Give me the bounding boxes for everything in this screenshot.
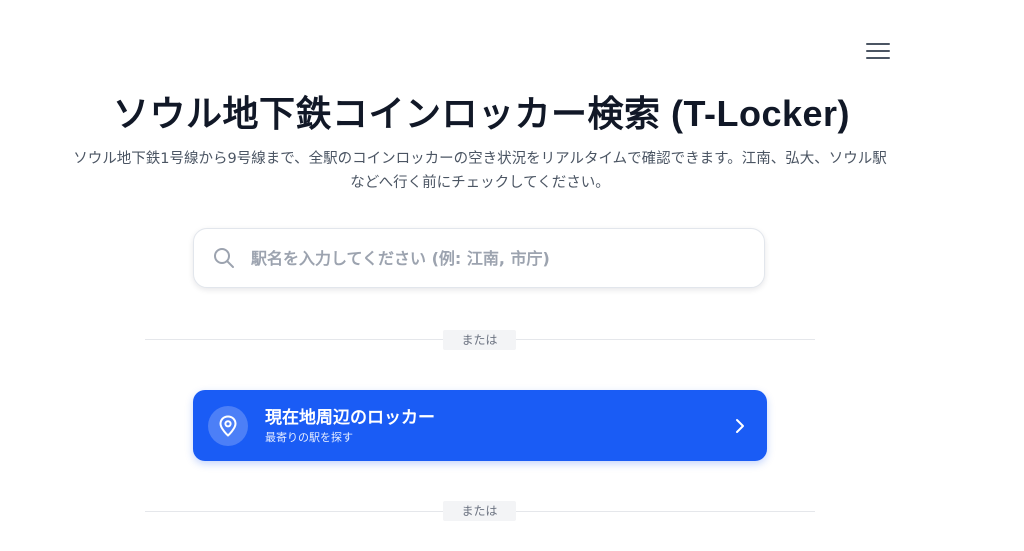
divider-label-1: または [443, 330, 516, 350]
hamburger-icon [866, 43, 890, 59]
hamburger-menu-button[interactable] [862, 38, 894, 64]
location-pin-icon [219, 415, 237, 436]
nearby-text-group: 現在地周辺のロッカー 最寄りの駅を探す [265, 407, 435, 445]
page-subtitle: ソウル地下鉄1号線から9号線まで、全駅のコインロッカーの空き状況をリアルタイムで… [73, 151, 887, 191]
nearby-title: 現在地周辺のロッカー [265, 407, 435, 428]
search-icon [212, 246, 236, 270]
page-title: ソウル地下鉄コインロッカー検索 (T-Locker) [112, 93, 851, 134]
location-pin-badge [208, 405, 248, 446]
chevron-right-icon [733, 416, 747, 436]
divider-label-2: または [443, 501, 516, 521]
page: ソウル地下鉄コインロッカー検索 (T-Locker) ソウル地下鉄1号線から9号… [0, 0, 1024, 551]
nearby-subtitle: 最寄りの駅を探す [265, 430, 353, 444]
search-box[interactable] [193, 228, 765, 288]
nearby-lockers-button[interactable]: 現在地周辺のロッカー 最寄りの駅を探す [193, 390, 767, 461]
station-search-input[interactable] [251, 238, 731, 278]
